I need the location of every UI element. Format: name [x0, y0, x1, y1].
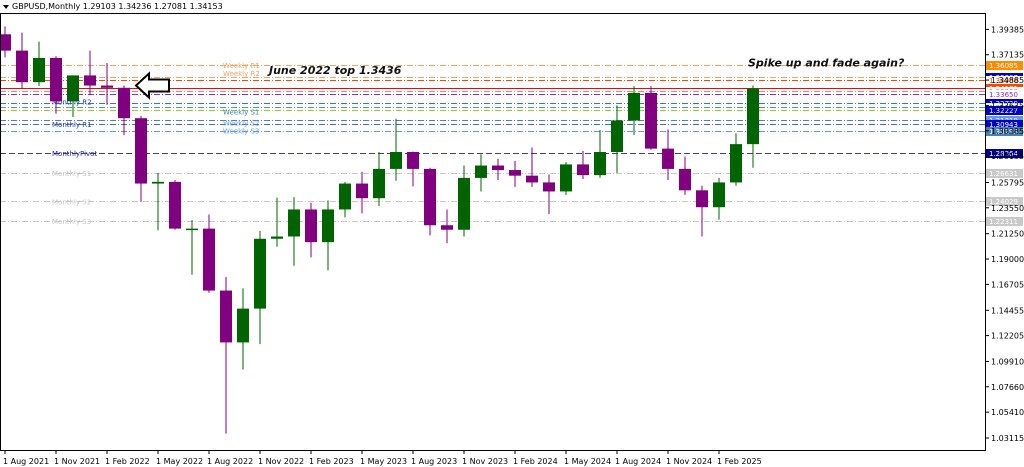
candle-body	[526, 175, 538, 183]
candle-body	[356, 183, 368, 199]
candle-body	[594, 152, 606, 176]
candle-body	[101, 85, 113, 88]
candle-body	[67, 75, 79, 102]
candles	[0, 26, 759, 434]
level-label: Monthly S2	[52, 198, 91, 206]
symbol-line: GBPUSD,Monthly 1.29103 1.34236 1.27081 1…	[12, 2, 223, 11]
candle-body	[509, 170, 521, 176]
level-label: Weekly S2	[223, 120, 259, 128]
price-tag-label: 1.22311	[989, 218, 1018, 226]
level-label: Weekly R1	[223, 62, 260, 70]
price-chart[interactable]: 1.360851.353071.349001.341811.339001.336…	[0, 0, 1024, 467]
candle-body	[288, 209, 300, 237]
candle-body	[84, 75, 96, 86]
candle-body	[560, 164, 572, 192]
level-label: MonthlyPivot	[52, 150, 97, 158]
candle-body	[713, 182, 725, 208]
triangle-down-icon[interactable]	[3, 5, 9, 9]
annotation-text: June 2022 top 1.3436	[267, 64, 402, 77]
y-tick-label: 1.30385	[991, 127, 1024, 136]
candle-body	[679, 168, 691, 191]
y-tick-label: 1.23550	[991, 204, 1024, 213]
candle-body	[237, 308, 249, 343]
candle-body	[305, 209, 317, 243]
x-tick-label: 1 Feb 2022	[105, 457, 150, 466]
y-tick-label: 1.12205	[991, 332, 1024, 341]
x-tick-label: 1 Feb 2025	[717, 457, 762, 466]
candle-body	[747, 88, 759, 145]
candle-body	[322, 209, 334, 243]
price-tag-label: 1.33650	[989, 91, 1018, 99]
y-tick-label: 1.09910	[991, 357, 1024, 366]
candle-body	[628, 92, 640, 121]
x-tick-label: 1 Nov 2021	[54, 457, 100, 466]
x-tick-label: 1 May 2024	[564, 457, 611, 466]
candle-body	[662, 148, 674, 169]
candle-body	[118, 87, 130, 119]
candle-body	[611, 120, 623, 153]
candle-body	[696, 190, 708, 208]
y-tick-label: 1.07660	[991, 383, 1024, 392]
candle-body	[186, 228, 198, 231]
x-tick-label: 1 Aug 2021	[3, 457, 49, 466]
y-tick-label: 1.25795	[991, 178, 1024, 187]
level-label: Weekly S3	[223, 128, 259, 136]
candle-body	[50, 57, 62, 102]
candle-body	[424, 168, 436, 226]
y-tick-label: 1.28135	[991, 152, 1024, 161]
candle-body	[152, 181, 164, 184]
candle-body	[254, 238, 266, 309]
y-tick-label: 1.03115	[991, 434, 1024, 443]
chart-window: 1.360851.353071.349001.341811.339001.336…	[0, 0, 1024, 467]
x-tick-label: 1 Nov 2022	[258, 457, 304, 466]
y-tick-label: 1.37135	[991, 51, 1024, 60]
level-label: Weekly S1	[223, 108, 259, 116]
y-tick-label: 1.05410	[991, 408, 1024, 417]
candle-body	[730, 144, 742, 183]
candle-body	[339, 183, 351, 210]
x-tick-label: 1 May 2022	[156, 457, 203, 466]
y-tick-label: 1.39385	[991, 25, 1024, 34]
candle-body	[220, 290, 232, 343]
y-tick-label: 1.21250	[991, 230, 1024, 239]
candle-body	[407, 152, 419, 169]
y-tick-label: 1.19000	[991, 255, 1024, 264]
level-label: Weekly R2	[223, 70, 260, 78]
y-tick-label: 1.16705	[991, 280, 1024, 289]
x-tick-label: 1 Aug 2022	[207, 457, 253, 466]
candle-body	[390, 152, 402, 169]
candle-body	[0, 34, 11, 51]
x-tick-label: 1 Aug 2023	[411, 457, 457, 466]
candle-body	[203, 228, 215, 291]
candle-body	[169, 181, 181, 229]
candle-body	[33, 57, 45, 83]
x-tick-label: 1 Aug 2024	[615, 457, 661, 466]
price-tag-label: 1.26631	[989, 170, 1018, 178]
candle-body	[135, 118, 147, 184]
price-tag-label: 1.36085	[989, 62, 1018, 70]
x-tick-label: 1 Nov 2023	[462, 457, 508, 466]
candle-body	[16, 50, 28, 83]
y-tick-label: 1.32635	[991, 101, 1024, 110]
candle-body	[577, 164, 589, 176]
y-tick-label: 1.34885	[991, 76, 1024, 85]
candle-body	[492, 165, 504, 171]
y-tick-label: 1.14455	[991, 306, 1024, 315]
candle-body	[475, 165, 487, 178]
level-label: Monthly R1	[52, 121, 92, 129]
candle-body	[373, 168, 385, 199]
candle-body	[271, 236, 283, 239]
candle-body	[543, 182, 555, 192]
x-tick-label: 1 Feb 2024	[513, 457, 558, 466]
level-label: Monthly S3	[52, 218, 91, 226]
candle-body	[645, 92, 657, 149]
chart-header: GBPUSD,Monthly 1.29103 1.34236 1.27081 1…	[3, 2, 223, 11]
candle-body	[441, 225, 453, 230]
candle-body	[458, 177, 470, 230]
x-tick-label: 1 Nov 2024	[666, 457, 712, 466]
annotation-text: Spike up and fade again?	[748, 57, 905, 70]
level-label: Monthly S1	[52, 170, 91, 178]
x-tick-label: 1 May 2023	[360, 457, 407, 466]
x-tick-label: 1 Feb 2023	[309, 457, 354, 466]
